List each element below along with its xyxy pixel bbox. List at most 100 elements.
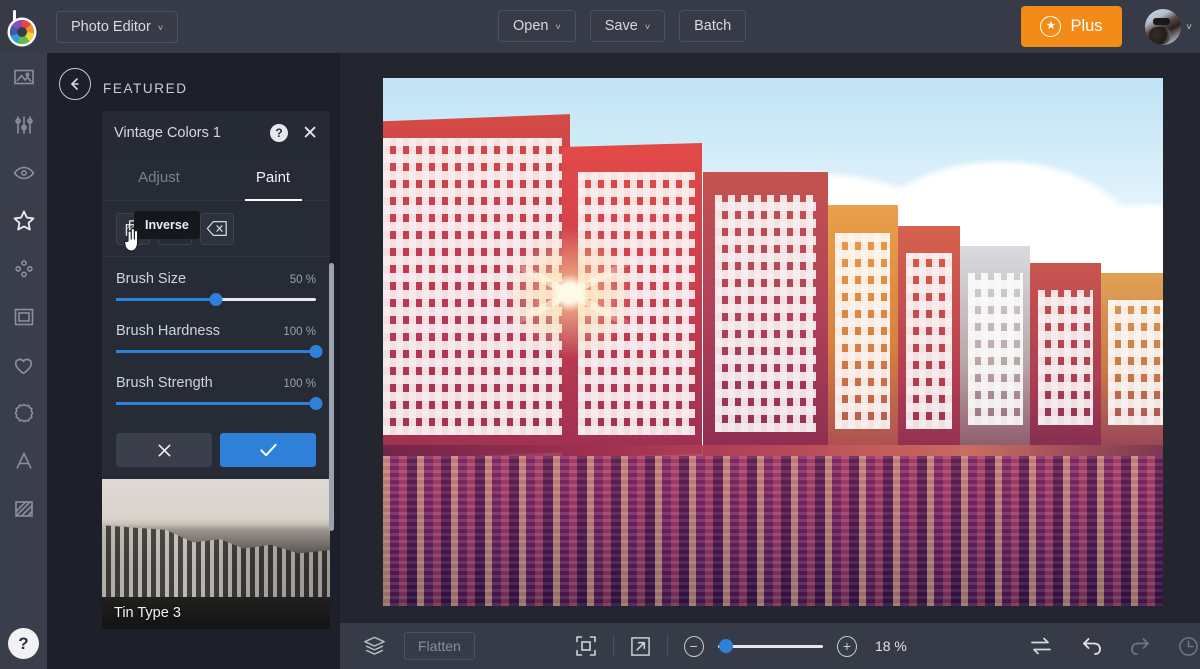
undo-button[interactable]	[1081, 636, 1103, 656]
slider-track[interactable]	[116, 298, 316, 301]
zoom-slider-handle[interactable]	[719, 639, 733, 653]
plus-upgrade-button[interactable]: ★ Plus	[1021, 6, 1122, 47]
history-button[interactable]	[1177, 635, 1200, 658]
heart-icon	[11, 353, 36, 378]
eye-icon	[12, 161, 36, 185]
app-menu-photo-editor[interactable]: Photo Editor ˅	[56, 11, 178, 43]
slider-label: Brush Size	[116, 271, 290, 287]
panel-header: FEATURED	[47, 53, 340, 115]
plus-button-label: Plus	[1070, 17, 1102, 36]
layers-button[interactable]	[362, 635, 387, 657]
chevron-down-icon: ˅	[645, 22, 650, 32]
brush-mode-button[interactable]	[158, 213, 192, 245]
back-button[interactable]	[59, 68, 91, 100]
question-mark-icon[interactable]: ?	[270, 124, 288, 142]
chevron-down-icon: ˅	[158, 23, 163, 33]
chevron-down-icon: ˅	[555, 22, 560, 32]
canvas-area[interactable]	[340, 53, 1200, 623]
apply-button[interactable]	[220, 433, 316, 467]
effect-tabs: Adjust Paint	[102, 155, 330, 201]
fit-to-screen-button[interactable]	[575, 635, 597, 657]
tab-adjust[interactable]: Adjust	[102, 155, 216, 200]
edited-photo[interactable]	[383, 78, 1163, 606]
close-icon[interactable]: ✕	[302, 124, 318, 143]
zoom-in-button[interactable]: +	[837, 636, 857, 657]
star-outline-icon	[11, 208, 37, 234]
slider-brush-size: Brush Size 50 %	[116, 271, 316, 301]
slider-brush-hardness: Brush Hardness 100 %	[116, 323, 316, 353]
panel-scrollbar[interactable]	[329, 263, 334, 531]
clock-history-icon	[1177, 635, 1200, 658]
top-header: Photo Editor ˅ Open ˅ Save ˅ Batch ★ Plu…	[0, 0, 1200, 53]
close-icon	[156, 442, 173, 459]
save-button-label: Save	[605, 18, 638, 34]
app-menu-label: Photo Editor	[71, 19, 151, 35]
zoom-slider[interactable]	[718, 645, 824, 648]
tab-paint[interactable]: Paint	[216, 155, 330, 200]
slider-value: 50 %	[290, 274, 316, 286]
photo-editor-app: Photo Editor ˅ Open ˅ Save ˅ Batch ★ Plu…	[0, 0, 1200, 669]
zoom-level-label: 18 %	[875, 638, 919, 654]
arrow-left-icon	[67, 76, 83, 92]
save-button[interactable]: Save ˅	[590, 10, 665, 42]
sidebar-item-effects[interactable]	[0, 197, 47, 245]
app-logo[interactable]	[0, 0, 47, 53]
badge-burst-icon	[12, 401, 36, 425]
flatten-button-label: Flatten	[418, 638, 461, 654]
star-icon: ★	[1040, 16, 1061, 37]
cancel-button[interactable]	[116, 433, 212, 467]
sidebar-item-touch-up[interactable]	[0, 149, 47, 197]
open-external-icon	[630, 636, 651, 657]
inverse-button[interactable]	[116, 213, 150, 245]
compare-swap-icon	[1029, 636, 1053, 656]
effect-card-header: Vintage Colors 1 ? ✕	[102, 111, 330, 155]
effect-title: Vintage Colors 1	[114, 125, 270, 141]
color-wheel-icon	[10, 20, 34, 44]
open-button-label: Open	[513, 18, 548, 34]
compare-button[interactable]	[1029, 636, 1053, 656]
undo-arrow-icon	[1081, 636, 1103, 656]
redo-button[interactable]	[1129, 636, 1151, 656]
sidebar-item-artsy[interactable]	[0, 245, 47, 293]
expand-button[interactable]	[630, 636, 651, 657]
diagonal-stripes-icon	[12, 497, 36, 521]
tool-rail: ?	[0, 53, 47, 669]
account-menu[interactable]: ˅	[1145, 9, 1192, 45]
chevron-down-icon: ˅	[1186, 22, 1192, 33]
help-button[interactable]: ?	[8, 628, 39, 659]
slider-handle[interactable]	[210, 293, 223, 306]
tab-paint-label: Paint	[256, 169, 290, 186]
sidebar-item-overlays[interactable]	[0, 341, 47, 389]
effect-card: Vintage Colors 1 ? ✕ Adjust Paint	[102, 111, 330, 629]
sidebar-item-frames[interactable]	[0, 293, 47, 341]
sidebar-item-text[interactable]	[0, 437, 47, 485]
slider-handle[interactable]	[310, 345, 323, 358]
sidebar-item-textures[interactable]	[0, 485, 47, 533]
slider-handle[interactable]	[310, 397, 323, 410]
photo-icon	[12, 65, 36, 89]
slider-track[interactable]	[116, 402, 316, 405]
tab-adjust-label: Adjust	[138, 169, 180, 186]
slider-label: Brush Strength	[116, 375, 283, 391]
slider-brush-strength: Brush Strength 100 %	[116, 375, 316, 405]
effect-thumbnail-tin-type-3[interactable]: Tin Type 3	[102, 479, 330, 629]
flatten-button[interactable]: Flatten	[404, 632, 475, 660]
letter-a-icon	[12, 449, 36, 473]
open-button[interactable]: Open ˅	[498, 10, 576, 42]
slider-track[interactable]	[116, 350, 316, 353]
batch-button[interactable]: Batch	[679, 10, 746, 42]
sliders-icon	[12, 113, 36, 137]
erase-all-button[interactable]	[200, 213, 234, 245]
sidebar-item-image[interactable]	[0, 53, 47, 101]
header-actions: Open ˅ Save ˅ Batch	[498, 10, 746, 42]
zoom-out-button[interactable]: −	[684, 636, 704, 657]
sidebar-item-edit[interactable]	[0, 101, 47, 149]
fit-to-screen-icon	[575, 635, 597, 657]
inverse-layers-icon	[124, 219, 143, 238]
slider-label: Brush Hardness	[116, 323, 283, 339]
sidebar-item-graphics[interactable]	[0, 389, 47, 437]
effects-panel: FEATURED Vintage Colors 1 ? ✕ Adjust Pai…	[47, 53, 340, 669]
batch-button-label: Batch	[694, 18, 731, 34]
effect-actions	[102, 427, 330, 479]
layers-icon	[362, 635, 387, 657]
